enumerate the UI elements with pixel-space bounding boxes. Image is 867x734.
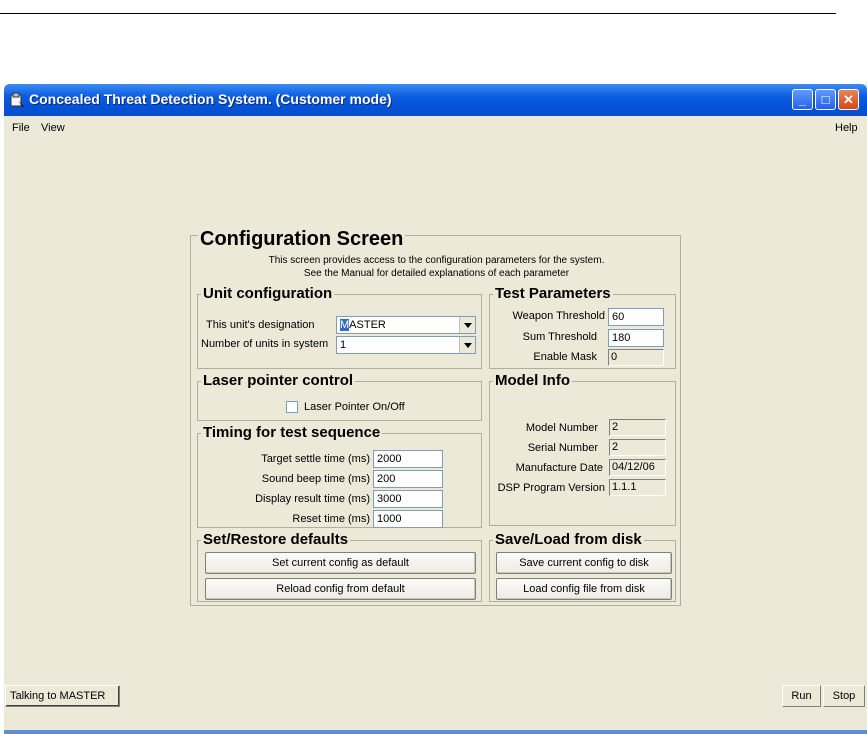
disk-group: Save/Load from disk Save current config …	[489, 531, 676, 602]
restore-icon: □	[821, 92, 830, 107]
display-time-label: Display result time (ms)	[255, 493, 370, 505]
defaults-title: Set/Restore defaults	[201, 531, 351, 548]
minimize-button[interactable]: _	[792, 89, 813, 110]
manufacture-date-value: 04/12/06	[609, 459, 666, 476]
display-time-input[interactable]: 3000	[373, 490, 443, 508]
model-info-group: Model Info Model Number 2 Serial Number …	[489, 372, 676, 526]
beep-time-input[interactable]: 200	[373, 470, 443, 488]
connection-status: Talking to MASTER	[5, 685, 120, 707]
reset-time-input[interactable]: 1000	[373, 510, 443, 528]
settle-time-label: Target settle time (ms)	[261, 453, 370, 465]
close-icon: ✕	[843, 92, 854, 107]
defaults-group: Set/Restore defaults Set current config …	[197, 531, 482, 602]
laser-pointer-title: Laser pointer control	[201, 372, 356, 389]
enable-mask-label: Enable Mask	[533, 351, 597, 363]
run-button[interactable]: Run	[782, 685, 821, 707]
page-top-rule	[0, 13, 836, 14]
maximize-button[interactable]: □	[815, 89, 836, 110]
units-count-label: Number of units in system	[201, 338, 329, 350]
dsp-version-value: 1.1.1	[609, 479, 666, 496]
units-count-value: 1	[340, 339, 347, 351]
serial-number-label: Serial Number	[527, 442, 598, 454]
test-parameters-group: Test Parameters Weapon Threshold 60 Sum …	[489, 285, 676, 369]
description-line-1: This screen provides access to the confi…	[268, 255, 605, 266]
set-default-button[interactable]: Set current config as default	[205, 552, 476, 574]
reset-time-label: Reset time (ms)	[292, 513, 370, 525]
status-bar: Talking to MASTER Run Stop	[4, 685, 867, 707]
enable-mask-value: 0	[608, 349, 664, 366]
unit-configuration-title: Unit configuration	[201, 285, 335, 302]
designation-selected-char: M	[340, 319, 350, 331]
chevron-down-icon[interactable]	[459, 337, 475, 353]
close-button[interactable]: ✕	[838, 89, 859, 110]
save-to-disk-button[interactable]: Save current config to disk	[496, 552, 672, 574]
menu-bar: File View Help	[4, 116, 867, 136]
description-line-2: See the Manual for detailed explanations…	[303, 268, 570, 279]
window-title: Concealed Threat Detection System. (Cust…	[29, 91, 392, 107]
menu-file[interactable]: File	[12, 122, 30, 134]
sum-threshold-label: Sum Threshold	[522, 331, 597, 343]
weapon-threshold-label: Weapon Threshold	[512, 310, 605, 322]
page-title: Configuration Screen	[198, 228, 406, 251]
laser-pointer-group: Laser pointer control Laser Pointer On/O…	[197, 372, 482, 421]
minimize-icon: _	[798, 92, 807, 107]
model-number-label: Model Number	[525, 422, 598, 434]
load-from-disk-button[interactable]: Load config file from disk	[496, 578, 672, 600]
dsp-version-label: DSP Program Version	[497, 482, 605, 494]
title-bar: Concealed Threat Detection System. (Cust…	[4, 84, 867, 116]
laser-pointer-label: Laser Pointer On/Off	[304, 401, 405, 413]
sum-threshold-input[interactable]: 180	[608, 329, 664, 347]
chevron-down-icon[interactable]	[459, 317, 475, 333]
configuration-panel: Configuration Screen This screen provide…	[190, 228, 681, 606]
serial-number-value: 2	[609, 439, 666, 456]
menu-help[interactable]: Help	[835, 122, 858, 134]
designation-label: This unit's designation	[206, 319, 315, 331]
beep-time-label: Sound beep time (ms)	[261, 473, 370, 485]
timing-group: Timing for test sequence Target settle t…	[197, 424, 482, 528]
disk-title: Save/Load from disk	[493, 531, 644, 548]
reload-default-button[interactable]: Reload config from default	[205, 578, 476, 600]
designation-value-rest: ASTER	[349, 319, 386, 331]
app-icon	[10, 92, 25, 107]
app-window: Concealed Threat Detection System. (Cust…	[4, 84, 867, 734]
menu-view[interactable]: View	[41, 122, 65, 134]
laser-pointer-checkbox[interactable]	[286, 401, 298, 413]
designation-select[interactable]: MASTER	[336, 316, 476, 334]
model-info-title: Model Info	[493, 372, 572, 389]
test-parameters-title: Test Parameters	[493, 285, 613, 302]
timing-title: Timing for test sequence	[201, 424, 383, 441]
units-count-select[interactable]: 1	[336, 336, 476, 354]
weapon-threshold-input[interactable]: 60	[608, 308, 664, 326]
unit-configuration-group: Unit configuration This unit's designati…	[197, 285, 482, 369]
manufacture-date-label: Manufacture Date	[515, 462, 603, 474]
taskbar-edge	[4, 730, 867, 734]
model-number-value: 2	[609, 419, 666, 436]
stop-button[interactable]: Stop	[823, 685, 865, 707]
settle-time-input[interactable]: 2000	[373, 450, 443, 468]
